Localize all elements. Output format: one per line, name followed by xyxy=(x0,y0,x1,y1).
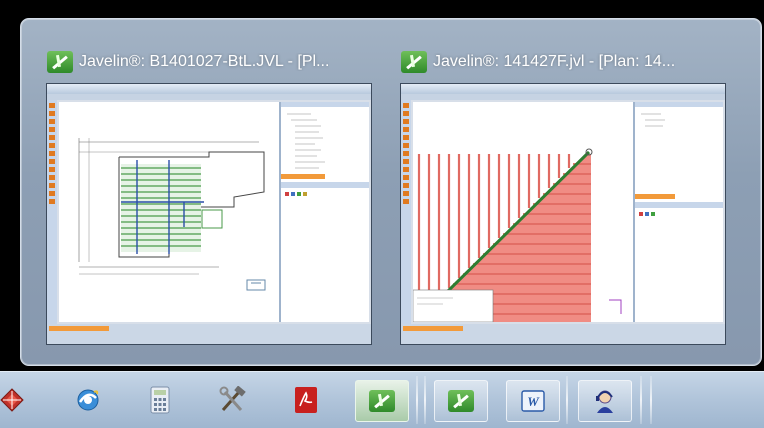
javelin-icon xyxy=(369,390,395,412)
red-diamond-app-icon xyxy=(0,388,24,412)
preview-menu-bar xyxy=(401,84,725,94)
project-tree-outline xyxy=(635,102,723,216)
window-title: Javelin®: 141427F.jvl - [Plan: 14... xyxy=(433,53,676,70)
window-thumbnail-2[interactable]: Javelin®: 141427F.jvl - [Plan: 14... xyxy=(395,47,733,359)
pdf-icon xyxy=(295,387,317,413)
taskbar-separator xyxy=(566,376,568,424)
javelin-icon xyxy=(47,51,73,73)
taskbar-javelin-window[interactable] xyxy=(434,380,488,422)
support-agent-icon xyxy=(596,390,613,413)
preview-tool-palette xyxy=(401,100,411,324)
taskbar-calculator[interactable] xyxy=(134,380,186,420)
taskbar-tools-app[interactable] xyxy=(206,380,258,420)
preview-tool-palette xyxy=(47,100,57,324)
taskbar-separator xyxy=(640,376,642,424)
taskbar-separator xyxy=(650,376,652,424)
window-thumbnail-1[interactable]: Javelin®: B1401027-BtL.JVL - [Pl... xyxy=(41,47,379,359)
calculator-icon xyxy=(150,386,170,414)
preview-drawing-canvas xyxy=(59,102,281,322)
taskbar-thumbnail-popup: Javelin®: B1401027-BtL.JVL - [Pl... Jave… xyxy=(20,18,762,366)
preview-project-tree-panel xyxy=(279,102,369,322)
thumbnail-title-bar: Javelin®: B1401027-BtL.JVL - [Pl... xyxy=(47,47,377,77)
preview-status-bar xyxy=(401,324,725,344)
window-preview[interactable] xyxy=(400,83,726,345)
thumbnail-title-bar: Javelin®: 141427F.jvl - [Plan: 14... xyxy=(401,47,731,77)
taskbar-separator xyxy=(416,376,418,424)
preview-drawing-canvas xyxy=(412,102,635,323)
preview-menu-bar xyxy=(47,84,371,94)
taskbar-support-app[interactable] xyxy=(578,380,632,422)
window-title: Javelin®: B1401027-BtL.JVL - [Pl... xyxy=(79,53,330,70)
taskbar-pdf-reader[interactable] xyxy=(280,380,332,420)
taskbar-javelin-group-active[interactable] xyxy=(355,380,409,422)
preview-project-tree-panel xyxy=(633,102,723,322)
rafter-plan-drawing xyxy=(412,148,622,323)
taskbar-separator xyxy=(424,376,426,424)
taskbar-browser[interactable] xyxy=(62,380,114,420)
preview-toolbar xyxy=(401,94,725,100)
taskbar: W xyxy=(0,371,764,428)
svg-text:W: W xyxy=(527,394,540,409)
preview-status-bar xyxy=(47,324,371,344)
project-tree-outline xyxy=(281,102,369,196)
window-preview[interactable] xyxy=(46,83,372,345)
taskbar-app-1[interactable] xyxy=(0,380,38,420)
floor-plan-drawing xyxy=(78,138,266,291)
preview-toolbar xyxy=(47,94,371,100)
ie-browser-icon xyxy=(77,389,99,411)
hammer-wrench-tools-icon xyxy=(219,386,246,411)
javelin-icon xyxy=(401,51,427,73)
taskbar-word[interactable]: W xyxy=(506,380,560,422)
word-icon: W xyxy=(521,390,545,412)
javelin-icon xyxy=(448,390,474,412)
